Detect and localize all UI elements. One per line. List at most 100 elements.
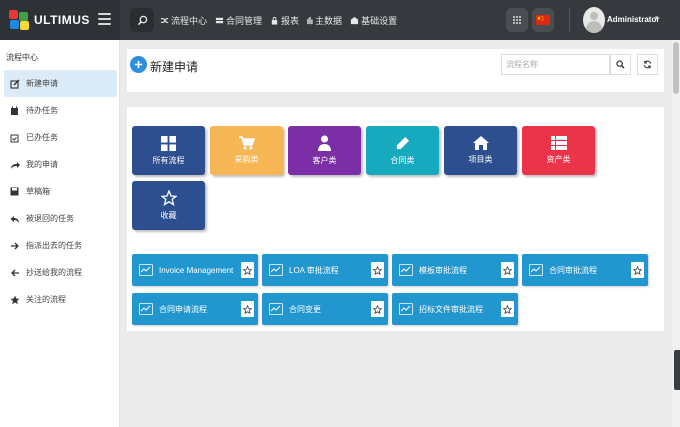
favorite-star-icon[interactable] xyxy=(631,262,644,278)
side-panel-tab[interactable] xyxy=(674,350,680,390)
username[interactable]: Administrator xyxy=(607,15,659,24)
refresh-icon xyxy=(643,60,652,69)
sidebar-item-followed[interactable]: 关注的流程 xyxy=(4,286,117,313)
top-nav: 流程中心 合同管理 报表 主数据 基础设置 xyxy=(160,0,405,40)
sidebar-item-cc[interactable]: 抄送给我的流程 xyxy=(4,259,117,286)
chart-line-icon xyxy=(269,264,283,276)
china-flag-icon xyxy=(536,15,550,25)
process-name: 合同审批流程 xyxy=(549,265,597,275)
language-button[interactable] xyxy=(532,8,554,32)
sidebar-item-label: 已办任务 xyxy=(26,133,58,142)
process-name-search-input[interactable] xyxy=(501,54,610,75)
topnav-item-contract[interactable]: 合同管理 xyxy=(215,14,262,27)
process-item[interactable]: 招标文件审批流程 xyxy=(392,293,518,325)
menu-toggle-icon[interactable] xyxy=(98,13,111,25)
topnav-label: 基础设置 xyxy=(361,15,398,26)
category-label: 资产类 xyxy=(546,155,571,164)
category-asset[interactable]: 资产类 xyxy=(522,126,595,175)
chevron-down-icon[interactable]: ▾ xyxy=(655,14,659,22)
bars-icon xyxy=(307,16,313,25)
list-icon xyxy=(550,136,567,150)
topnav-label: 合同管理 xyxy=(226,15,263,26)
arrow-left-icon xyxy=(10,268,26,278)
topnav-item-settings[interactable]: 基础设置 xyxy=(350,14,397,27)
category-label: 客户类 xyxy=(312,156,337,165)
chart-line-icon xyxy=(529,264,543,276)
topnav-item-process[interactable]: 流程中心 xyxy=(160,14,207,27)
process-name: 合同变更 xyxy=(289,304,321,314)
category-project[interactable]: 项目类 xyxy=(444,126,517,175)
sidebar-item-returned[interactable]: 被退回的任务 xyxy=(4,205,117,232)
chart-line-icon xyxy=(139,303,153,315)
topnav-label: 主数据 xyxy=(315,15,343,26)
sidebar-item-label: 抄送给我的流程 xyxy=(26,268,82,277)
sidebar-item-my-requests[interactable]: 我的申请 xyxy=(4,151,117,178)
apps-button[interactable] xyxy=(506,8,528,32)
category-label: 收藏 xyxy=(160,211,177,220)
save-icon xyxy=(10,187,26,196)
star-outline-icon xyxy=(160,190,177,206)
edit-icon xyxy=(10,79,26,89)
sidebar-list: 新建申请 待办任务 已办任务 我的申请 草稿箱 被退回的任务 指派出去的任务 抄… xyxy=(4,70,117,313)
scrollbar-thumb[interactable] xyxy=(673,42,679,94)
sidebar-item-label: 待办任务 xyxy=(26,106,58,115)
process-item[interactable]: LOA 审批流程 xyxy=(262,254,388,286)
avatar[interactable] xyxy=(583,7,605,33)
favorite-star-icon[interactable] xyxy=(501,301,514,317)
process-name: 合同申请流程 xyxy=(159,304,207,314)
search-button[interactable] xyxy=(610,54,631,75)
chart-line-icon xyxy=(399,303,413,315)
sidebar-item-label: 新建申请 xyxy=(26,79,58,88)
share-icon xyxy=(10,160,26,170)
process-item[interactable]: 模板审批流程 xyxy=(392,254,518,286)
process-item[interactable]: 合同审批流程 xyxy=(522,254,648,286)
category-favorites[interactable]: 收藏 xyxy=(132,181,205,230)
reply-icon xyxy=(10,214,26,224)
search-button[interactable] xyxy=(130,8,154,32)
pencil-icon xyxy=(396,136,410,149)
topnav-item-master-data[interactable]: 主数据 xyxy=(307,14,342,27)
logo-text: ULTIMUS xyxy=(34,13,90,27)
sidebar-item-done[interactable]: 已办任务 xyxy=(4,124,117,151)
category-all-processes[interactable]: 所有流程 xyxy=(132,126,205,175)
logo-cube-icon xyxy=(8,9,30,31)
apps-grid-icon xyxy=(513,16,521,24)
contract-icon xyxy=(215,16,224,25)
sidebar: 流程中心 新建申请 待办任务 已办任务 我的申请 草稿箱 被退回的任务 指派出去… xyxy=(0,40,120,427)
process-name: LOA 审批流程 xyxy=(289,265,339,275)
sidebar-item-new-request[interactable]: 新建申请 xyxy=(4,70,117,97)
lock-icon xyxy=(270,16,279,25)
sidebar-item-label: 我的申请 xyxy=(26,160,58,169)
sidebar-item-assigned[interactable]: 指派出去的任务 xyxy=(4,232,117,259)
sidebar-title: 流程中心 xyxy=(6,53,38,62)
sidebar-item-label: 草稿箱 xyxy=(26,187,50,196)
topnav-item-report[interactable]: 报表 xyxy=(270,14,299,27)
favorite-star-icon[interactable] xyxy=(241,301,254,317)
category-label: 采购类 xyxy=(234,155,259,164)
sidebar-item-todo[interactable]: 待办任务 xyxy=(4,97,117,124)
sidebar-item-label: 关注的流程 xyxy=(26,295,66,304)
shuffle-icon xyxy=(160,16,169,25)
top-bar: ULTIMUS 流程中心 合同管理 报表 主数据 基础设置 Administra… xyxy=(0,0,680,40)
favorite-star-icon[interactable] xyxy=(501,262,514,278)
refresh-button[interactable] xyxy=(637,54,658,75)
category-contract[interactable]: 合同类 xyxy=(366,126,439,175)
grid-icon xyxy=(161,135,176,151)
category-customer[interactable]: 客户类 xyxy=(288,126,361,175)
calendar-check-icon xyxy=(10,133,26,143)
topbar-divider xyxy=(569,8,570,32)
favorite-star-icon[interactable] xyxy=(371,301,384,317)
process-name: 模板审批流程 xyxy=(419,265,467,275)
process-item[interactable]: 合同申请流程 xyxy=(132,293,258,325)
chart-line-icon xyxy=(269,303,283,315)
process-item[interactable]: Invoice Management xyxy=(132,254,258,286)
topnav-label: 报表 xyxy=(281,15,300,26)
chart-line-icon xyxy=(399,264,413,276)
category-purchase[interactable]: 采购类 xyxy=(210,126,283,175)
sidebar-item-drafts[interactable]: 草稿箱 xyxy=(4,178,117,205)
favorite-star-icon[interactable] xyxy=(371,262,384,278)
favorite-star-icon[interactable] xyxy=(241,262,254,278)
process-item[interactable]: 合同变更 xyxy=(262,293,388,325)
search-icon xyxy=(137,15,147,25)
process-name: Invoice Management xyxy=(159,265,234,275)
